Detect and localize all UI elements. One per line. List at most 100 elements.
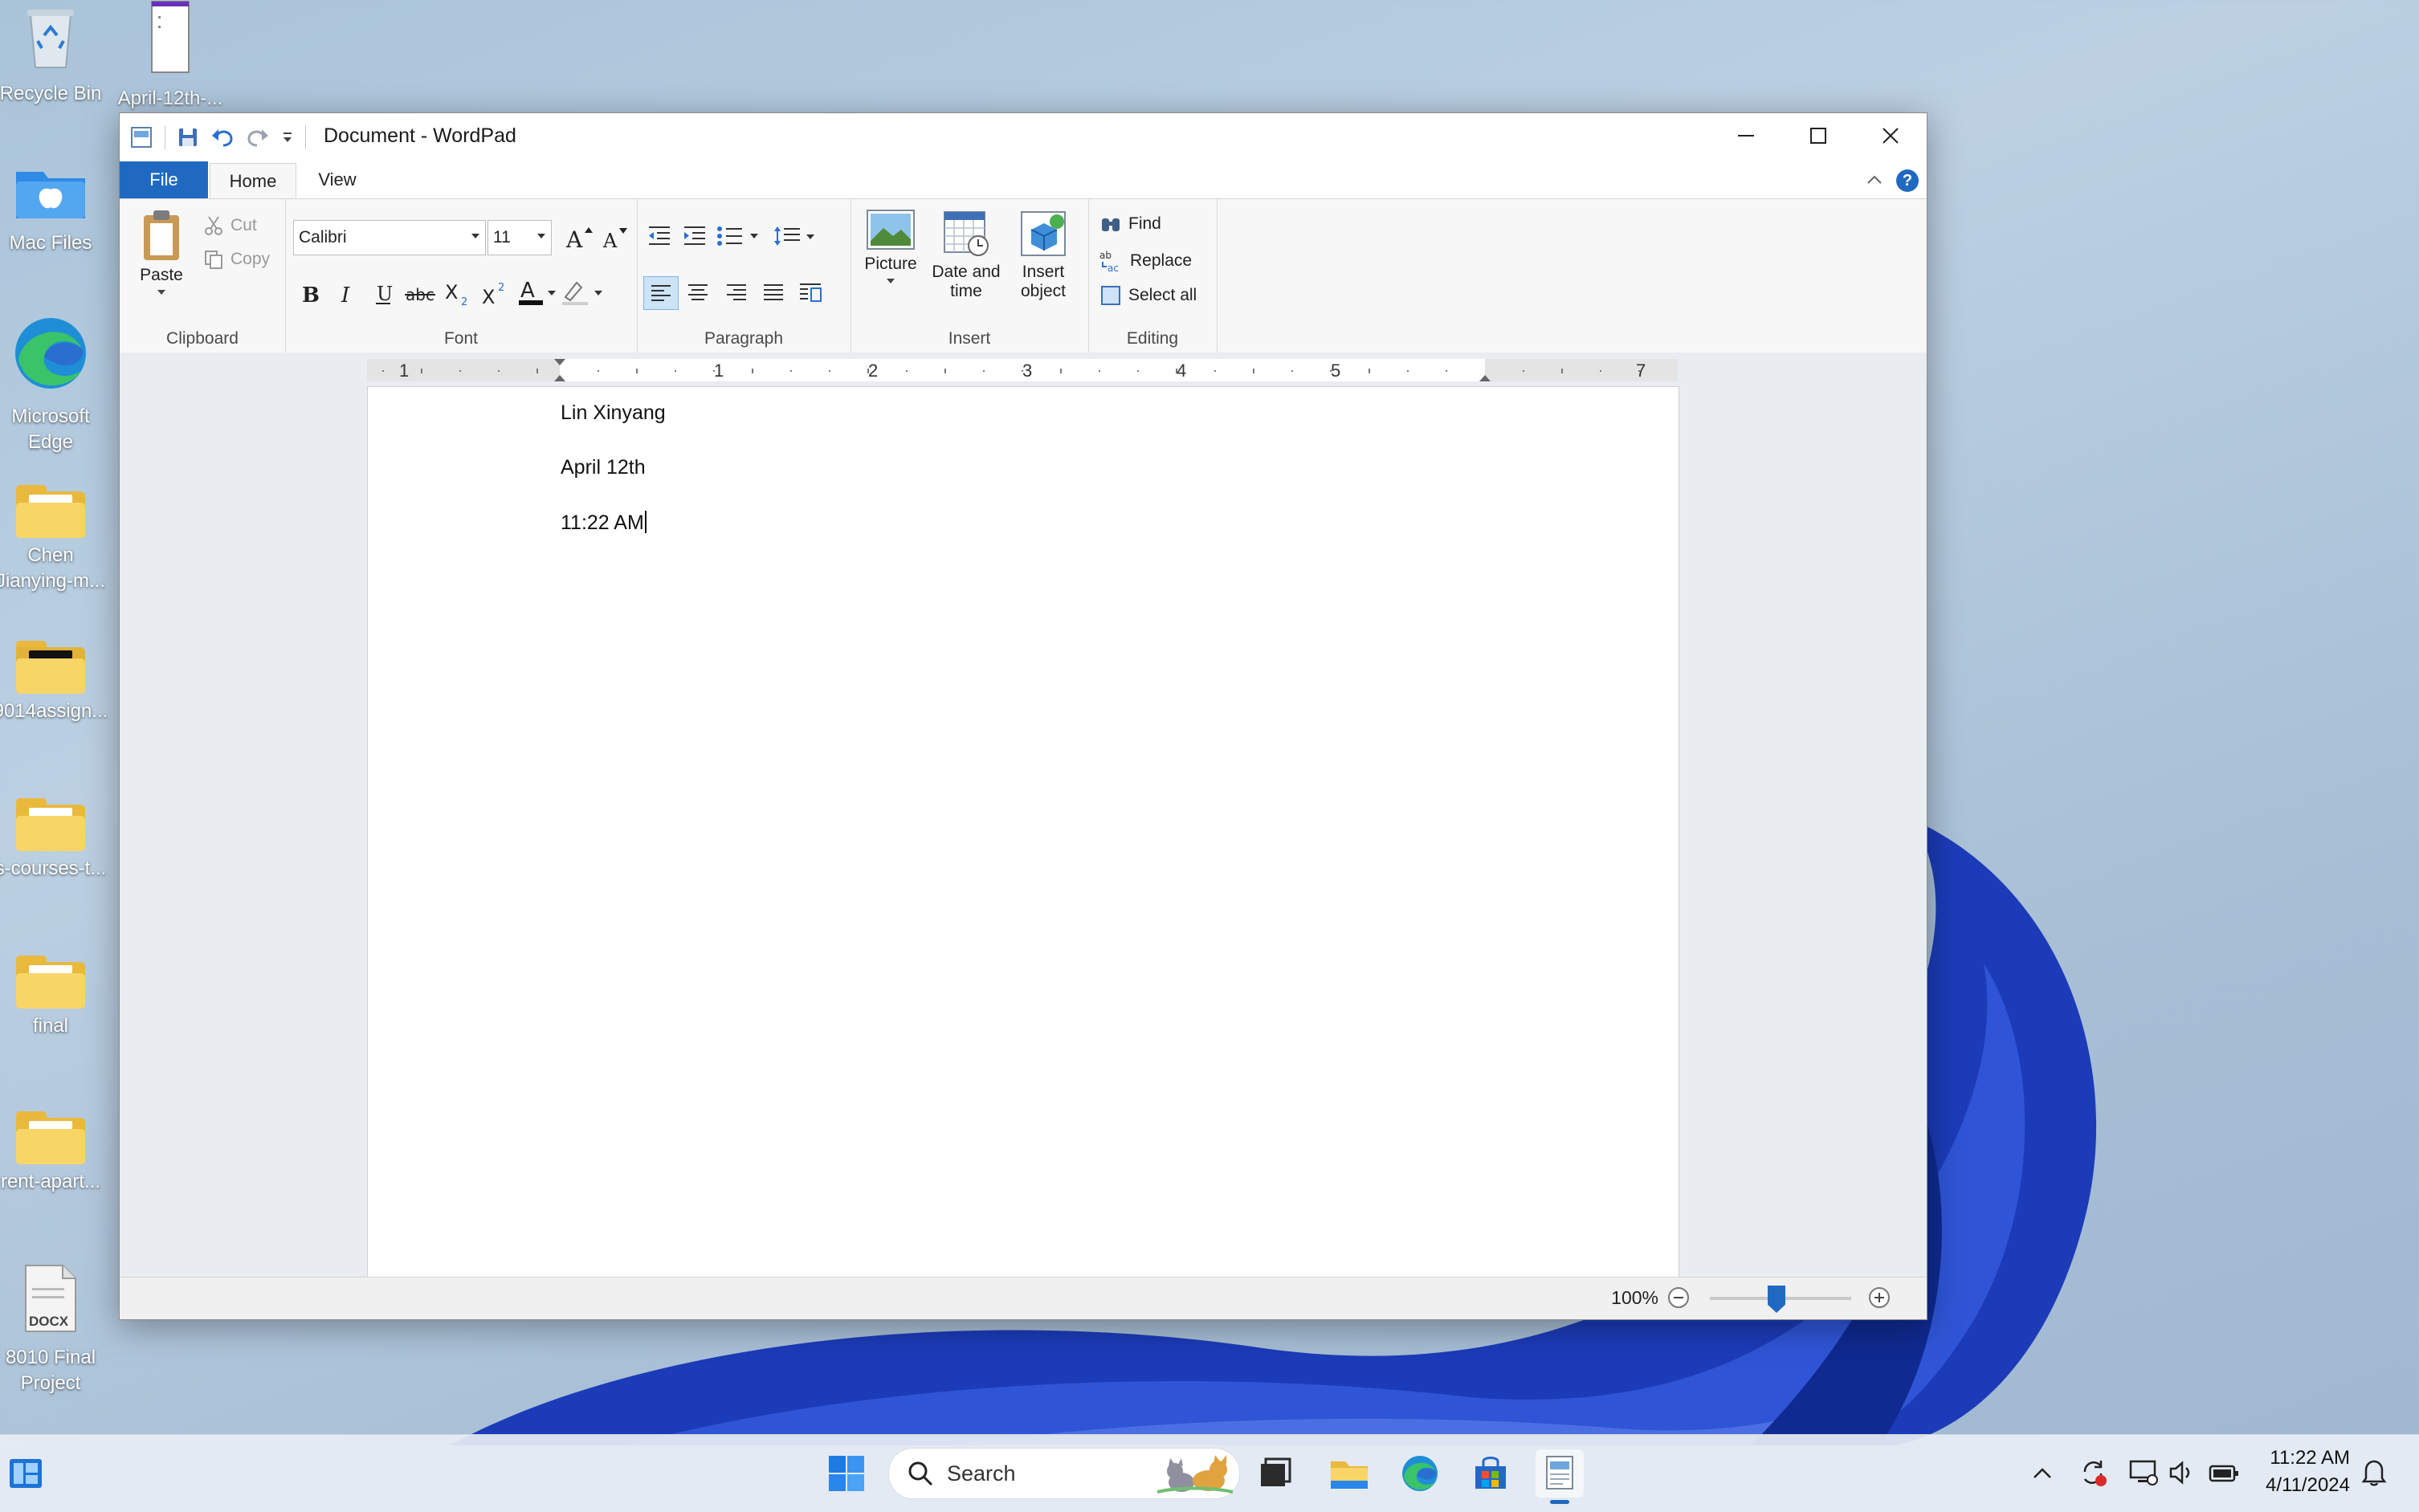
desktop-icon-label: rent-apart... bbox=[0, 1171, 101, 1192]
document-area[interactable]: 1 1 2 3 4 5 7 Lin Xinyang April 12th 11:… bbox=[120, 353, 1927, 1278]
font-size-combo[interactable]: 11 bbox=[487, 220, 552, 255]
clock-date: 4/11/2024 bbox=[2266, 1474, 2350, 1496]
insert-object-button[interactable]: Insert object bbox=[1011, 209, 1075, 301]
widgets-icon bbox=[10, 1459, 42, 1488]
volume-icon[interactable] bbox=[2168, 1461, 2196, 1485]
decrease-indent-button[interactable] bbox=[643, 220, 675, 252]
collapse-ribbon-icon[interactable] bbox=[1864, 169, 1885, 190]
font-family-combo[interactable]: Calibri bbox=[293, 220, 486, 255]
help-button[interactable]: ? bbox=[1896, 169, 1919, 192]
italic-button[interactable]: I bbox=[330, 278, 362, 310]
svg-text:X: X bbox=[445, 281, 458, 304]
paragraph-settings-button[interactable] bbox=[794, 276, 826, 308]
zoom-in-icon[interactable] bbox=[1867, 1286, 1891, 1310]
redo-icon[interactable] bbox=[246, 126, 270, 149]
task-view-button[interactable] bbox=[1251, 1449, 1299, 1498]
font-color-button[interactable]: A bbox=[516, 276, 558, 308]
close-button[interactable] bbox=[1854, 113, 1927, 158]
select-all-button[interactable]: Select all bbox=[1099, 284, 1197, 307]
ruler[interactable]: 1 1 2 3 4 5 7 bbox=[367, 359, 1678, 381]
date-time-label-line2: time bbox=[950, 282, 982, 300]
align-left-button[interactable] bbox=[643, 276, 679, 310]
bullet-list-button[interactable] bbox=[716, 220, 764, 252]
scissors-icon bbox=[205, 216, 222, 235]
undo-icon[interactable] bbox=[210, 126, 235, 149]
highlight-color-button[interactable] bbox=[560, 276, 605, 308]
search-icon bbox=[908, 1461, 933, 1486]
line-spacing-button[interactable] bbox=[772, 220, 820, 252]
desktop-icon-microsoft-edge[interactable]: Microsoft Edge bbox=[0, 315, 111, 455]
minimize-button[interactable] bbox=[1710, 113, 1782, 158]
edge-icon bbox=[15, 318, 86, 389]
desktop-icon-final[interactable]: final bbox=[0, 956, 111, 1039]
align-center-button[interactable] bbox=[682, 276, 714, 308]
paragraph-group: Paragraph bbox=[637, 199, 851, 353]
svg-text:B: B bbox=[302, 283, 320, 305]
network-icon[interactable] bbox=[2128, 1459, 2159, 1486]
strikethrough-button[interactable]: abc bbox=[404, 278, 436, 310]
desktop-icon-april-12th[interactable]: April-12th-... bbox=[110, 0, 230, 112]
desktop-icon-rent-apart[interactable]: rent-apart... bbox=[0, 1111, 111, 1195]
search-placeholder: Search bbox=[947, 1461, 1016, 1486]
document-line[interactable]: April 12th bbox=[561, 456, 646, 479]
taskbar-search[interactable]: Search bbox=[888, 1448, 1240, 1499]
document-line-with-caret[interactable]: 11:22 AM bbox=[561, 511, 647, 535]
desktop-icon-9014assign[interactable]: 9014assign... bbox=[0, 641, 111, 724]
tab-view[interactable]: View bbox=[301, 161, 373, 198]
wordpad-taskbar-button[interactable] bbox=[1536, 1449, 1584, 1504]
justify-button[interactable] bbox=[757, 276, 789, 308]
paste-button[interactable]: Paste bbox=[133, 209, 190, 313]
binoculars-icon bbox=[1102, 218, 1120, 231]
wordpad-app-icon[interactable] bbox=[129, 125, 153, 149]
notification-bell-icon[interactable] bbox=[2361, 1459, 2387, 1486]
insert-object-icon bbox=[1021, 211, 1066, 256]
paragraph-icon bbox=[800, 283, 822, 302]
document-page[interactable]: Lin Xinyang April 12th 11:22 AM bbox=[367, 386, 1679, 1278]
increase-indent-icon bbox=[684, 226, 705, 245]
bold-button[interactable]: B bbox=[293, 278, 325, 310]
clipboard-group: Paste Cut Copy Clipboard bbox=[120, 199, 286, 353]
grow-font-button[interactable]: A bbox=[563, 222, 595, 254]
find-button[interactable]: Find bbox=[1099, 214, 1161, 234]
ribbon-tabs: File Home View ? bbox=[120, 161, 1927, 199]
align-right-button[interactable] bbox=[720, 276, 753, 308]
desktop-icon-recycle-bin[interactable]: Recycle Bin bbox=[0, 3, 111, 107]
edge-taskbar-button[interactable] bbox=[1396, 1449, 1444, 1498]
start-button[interactable] bbox=[822, 1449, 871, 1498]
store-button[interactable] bbox=[1466, 1449, 1515, 1498]
desktop-icon-mac-files[interactable]: Mac Files bbox=[0, 165, 111, 256]
line-spacing-icon bbox=[774, 226, 814, 246]
ruler-number: 7 bbox=[1636, 361, 1646, 381]
maximize-button[interactable] bbox=[1782, 113, 1854, 158]
desktop-icon-label: April-12th-... bbox=[117, 88, 223, 109]
date-time-button[interactable]: Date and time bbox=[924, 209, 1008, 301]
zoom-slider-thumb[interactable] bbox=[1768, 1286, 1785, 1313]
desktop-icon-8010-final-project[interactable]: DOCX 8010 Final Project bbox=[0, 1264, 111, 1396]
cut-button[interactable]: Cut bbox=[203, 215, 257, 236]
copy-button[interactable]: Copy bbox=[203, 249, 270, 270]
desktop-icon-chen-jianying[interactable]: Chen Jianying-m... bbox=[0, 485, 111, 594]
shrink-font-button[interactable]: A bbox=[598, 222, 630, 254]
tab-file[interactable]: File bbox=[120, 161, 208, 198]
zoom-out-icon[interactable] bbox=[1666, 1286, 1691, 1310]
show-hidden-icons-chevron-icon[interactable] bbox=[2032, 1465, 2053, 1481]
sync-alert-icon[interactable] bbox=[2078, 1457, 2109, 1488]
taskbar-clock[interactable]: 11:22 AM 4/11/2024 bbox=[2266, 1445, 2350, 1499]
save-icon[interactable] bbox=[177, 126, 199, 149]
file-explorer-button[interactable] bbox=[1325, 1449, 1373, 1498]
widgets-button[interactable] bbox=[2, 1449, 50, 1498]
title-bar: Document - WordPad bbox=[120, 113, 1927, 161]
underline-button[interactable]: U bbox=[367, 278, 399, 310]
replace-button[interactable]: ab ac Replace bbox=[1099, 249, 1192, 273]
task-view-icon bbox=[1261, 1457, 1291, 1486]
wordpad-icon bbox=[1546, 1456, 1573, 1490]
superscript-button[interactable]: X2 bbox=[478, 278, 510, 310]
customize-qat-icon[interactable] bbox=[281, 129, 294, 145]
increase-indent-button[interactable] bbox=[679, 220, 711, 252]
document-line[interactable]: Lin Xinyang bbox=[561, 401, 666, 425]
subscript-button[interactable]: X2 bbox=[441, 278, 473, 310]
picture-button[interactable]: Picture bbox=[860, 209, 921, 288]
desktop-icon-courses[interactable]: s-courses-t... bbox=[0, 798, 111, 882]
tab-home[interactable]: Home bbox=[210, 163, 296, 199]
battery-icon[interactable] bbox=[2209, 1464, 2239, 1483]
